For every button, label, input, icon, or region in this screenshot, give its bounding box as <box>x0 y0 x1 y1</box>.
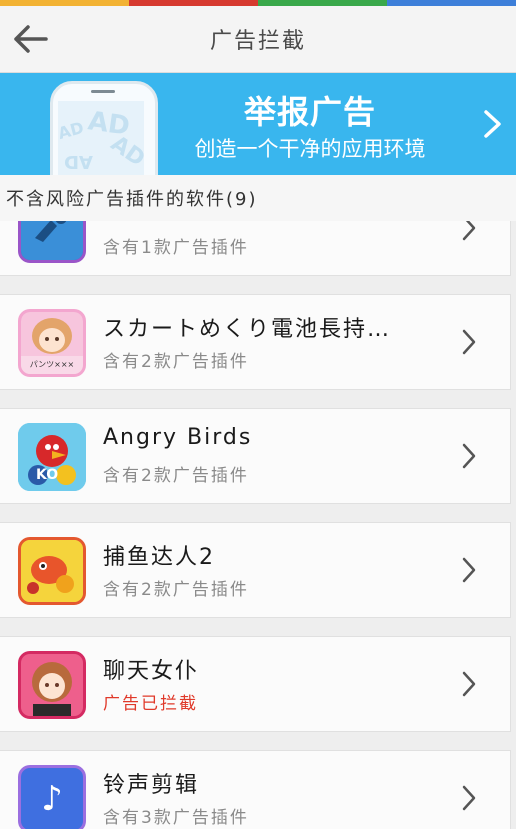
fish-illustration <box>21 540 83 602</box>
app-name: 铃声剪辑 <box>103 773 200 798</box>
app-list: 含有1款广告插件 パンツ××× スカートめくり電池長持… 含有2款广告插件 KO… <box>0 175 516 829</box>
app-name: Angry Birds <box>103 425 253 450</box>
report-ad-banner[interactable]: AD AD AD AD 举报广告 创造一个干净的应用环境 <box>0 73 516 175</box>
fishing-app-icon <box>18 537 86 605</box>
banner-subtitle: 创造一个干净的应用环境 <box>194 137 426 161</box>
section-label: 不含风险广告插件的软件(9) <box>6 189 258 210</box>
app-name: 捕鱼达人2 <box>103 545 215 570</box>
app-ad-status: 含有2款广告插件 <box>103 466 249 486</box>
anime-girl-app-icon: パンツ××× <box>18 309 86 377</box>
chevron-right-icon <box>462 329 476 355</box>
chevron-right-icon <box>484 110 501 138</box>
phone-screen: AD AD AD AD <box>58 101 144 175</box>
app-name: 聊天女仆 <box>103 659 200 684</box>
maid-illustration <box>21 654 83 716</box>
chevron-right-icon <box>462 443 476 469</box>
app-ad-status: 广告已拦截 <box>103 694 198 714</box>
app-ad-status: 含有2款广告插件 <box>103 352 249 372</box>
chevron-right-icon <box>462 557 476 583</box>
list-item[interactable]: 捕鱼达人2 含有2款广告插件 <box>0 522 511 618</box>
app-ad-status: 含有2款广告插件 <box>103 580 249 600</box>
phone-illustration: AD AD AD AD <box>50 81 158 175</box>
ad-label-3: AD <box>64 151 93 172</box>
app-ad-status: 含有1款广告插件 <box>103 238 249 258</box>
phone-speaker <box>91 90 115 93</box>
icon-caption: パンツ××× <box>29 360 75 369</box>
angry-birds-app-icon: KO <box>18 423 86 491</box>
music-note-glyph: ♪ <box>41 779 63 819</box>
app-ad-status: 含有3款广告插件 <box>103 808 249 828</box>
page-title: 广告拦截 <box>209 29 306 54</box>
list-item[interactable]: パンツ××× スカートめくり電池長持… 含有2款广告插件 <box>0 294 511 390</box>
maid-chat-app-icon <box>18 651 86 719</box>
list-item[interactable]: ♪ 铃声剪辑 含有3款广告插件 <box>0 750 511 829</box>
section-header: 不含风险广告插件的软件(9) <box>0 175 516 221</box>
ad-label-1: AD <box>58 118 86 143</box>
app-name: スカートめくり電池長持… <box>103 317 392 342</box>
list-item[interactable]: KO Angry Birds 含有2款广告插件 <box>0 408 511 504</box>
list-item[interactable]: 聊天女仆 广告已拦截 <box>0 636 511 732</box>
chevron-right-icon <box>462 785 476 811</box>
chevron-right-icon <box>462 671 476 697</box>
music-note-app-icon: ♪ <box>18 765 86 829</box>
icon-caption: KO <box>36 467 59 483</box>
app-header: 广告拦截 <box>0 6 516 73</box>
banner-title: 举报广告 <box>243 93 376 131</box>
